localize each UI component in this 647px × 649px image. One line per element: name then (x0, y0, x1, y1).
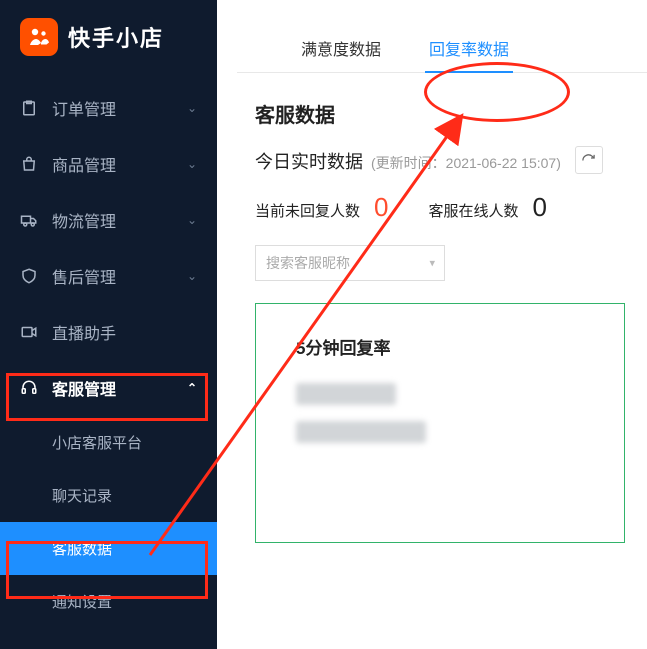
section-title: 客服数据 (237, 73, 647, 146)
sidebar-item-label: 订单管理 (52, 96, 116, 120)
chevron-down-icon: ⌄ (187, 157, 197, 171)
chevron-down-icon: ⌄ (187, 269, 197, 283)
brand-logo: 快手小店 (0, 0, 217, 80)
tab-replyrate[interactable]: 回复率数据 (425, 28, 513, 72)
sub-label: 聊天记录 (52, 488, 112, 505)
sidebar-nav: 订单管理 ⌄ 商品管理 ⌄ 物流管理 ⌄ 售后管理 ⌄ 直播助手 (0, 80, 217, 649)
realtime-title: 今日实时数据 (255, 148, 363, 174)
redacted-value (296, 421, 426, 443)
sidebar-item-live[interactable]: 直播助手 (0, 304, 217, 360)
sidebar-item-orders[interactable]: 订单管理 ⌄ (0, 80, 217, 136)
search-placeholder: 搜索客服昵称 (266, 255, 350, 271)
metrics-row: 当前未回复人数 0 客服在线人数 0 (237, 192, 647, 245)
metric-unreplied: 当前未回复人数 0 (255, 192, 388, 223)
sidebar-item-logistics[interactable]: 物流管理 ⌄ (0, 192, 217, 248)
refresh-icon (581, 153, 596, 168)
sidebar-item-label: 直播助手 (52, 320, 116, 344)
sub-label: 通知设置 (52, 594, 112, 611)
sidebar-item-label: 售后管理 (52, 264, 116, 288)
shield-icon (20, 267, 38, 285)
metric-label: 客服在线人数 (428, 200, 518, 221)
sidebar-item-label: 物流管理 (52, 208, 116, 232)
search-agent-select[interactable]: 搜索客服昵称 ▾ (255, 245, 445, 281)
metric-label: 当前未回复人数 (255, 200, 360, 221)
chevron-down-icon: ▾ (429, 257, 435, 270)
sidebar-item-label: 客服管理 (52, 376, 116, 400)
sidebar-sub-notify[interactable]: 通知设置 (0, 575, 217, 628)
chevron-down-icon: ⌄ (187, 101, 197, 115)
tabs: 满意度数据 回复率数据 (237, 0, 647, 73)
sidebar: 快手小店 订单管理 ⌄ 商品管理 ⌄ 物流管理 ⌄ 售后管理 ⌄ (0, 0, 217, 649)
refresh-button[interactable] (575, 146, 603, 174)
bag-icon (20, 155, 38, 173)
sidebar-item-aftersale[interactable]: 售后管理 ⌄ (0, 248, 217, 304)
main-content: 满意度数据 回复率数据 客服数据 今日实时数据 (更新时间：2021-06-22… (217, 0, 647, 649)
chevron-up-icon: ⌃ (187, 381, 197, 395)
sidebar-item-service[interactable]: 客服管理 ⌃ (0, 360, 217, 416)
realtime-header: 今日实时数据 (更新时间：2021-06-22 15:07) (237, 146, 647, 192)
card-title: 5分钟回复率 (296, 334, 584, 359)
metric-online: 客服在线人数 0 (428, 192, 546, 223)
replyrate-card: 5分钟回复率 (255, 303, 625, 543)
tab-satisfaction[interactable]: 满意度数据 (297, 28, 385, 72)
tab-label: 满意度数据 (301, 42, 381, 59)
brand-icon (20, 18, 58, 56)
headset-icon (20, 379, 38, 397)
sidebar-sub-chatlog[interactable]: 聊天记录 (0, 469, 217, 522)
metric-value: 0 (533, 192, 547, 223)
tab-label: 回复率数据 (429, 42, 509, 59)
video-icon (20, 323, 38, 341)
sidebar-sub-platform[interactable]: 小店客服平台 (0, 416, 217, 469)
metric-value: 0 (374, 192, 388, 223)
sidebar-sub-servicedata[interactable]: 客服数据 (0, 522, 217, 575)
sub-label: 客服数据 (52, 541, 112, 558)
clipboard-icon (20, 99, 38, 117)
redacted-value (296, 383, 396, 405)
chevron-down-icon: ⌄ (187, 213, 197, 227)
sidebar-item-goods[interactable]: 商品管理 ⌄ (0, 136, 217, 192)
realtime-meta: (更新时间：2021-06-22 15:07) (371, 153, 561, 173)
brand-name: 快手小店 (68, 21, 164, 53)
sidebar-item-label: 商品管理 (52, 152, 116, 176)
sub-label: 小店客服平台 (52, 435, 142, 452)
truck-icon (20, 211, 38, 229)
